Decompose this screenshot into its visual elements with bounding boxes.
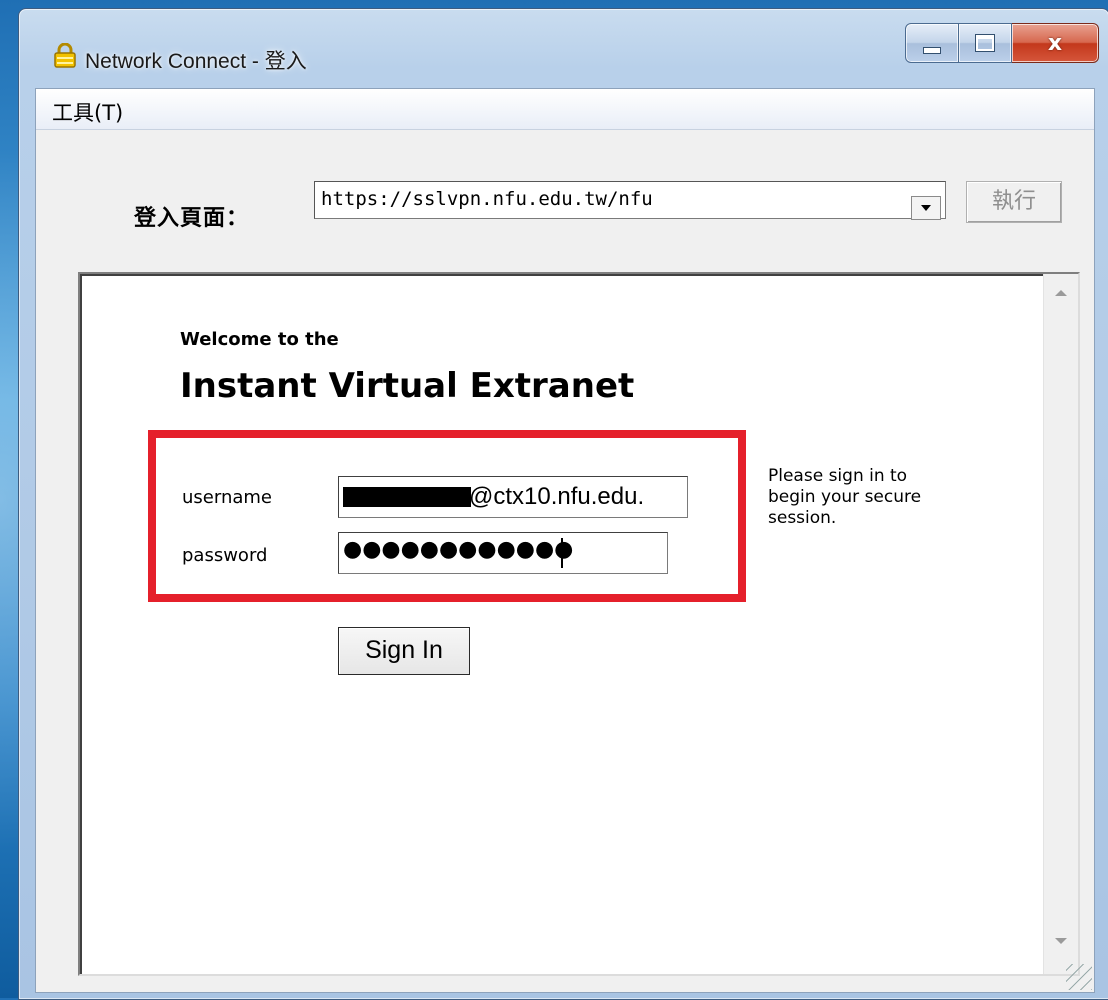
menu-bar: 工具(T) (36, 89, 1094, 130)
menu-item-tools[interactable]: 工具(T) (52, 97, 123, 127)
caption-buttons: x (905, 23, 1099, 63)
password-value: ●●●●●●●●●●●● (343, 537, 574, 562)
sign-in-button[interactable]: Sign In (338, 627, 470, 675)
embedded-browser-pane: Welcome to the Instant Virtual Extranet … (78, 272, 1080, 976)
resize-grip[interactable] (1066, 964, 1092, 990)
redacted-username-block (343, 487, 471, 507)
title-bar[interactable]: Network Connect - 登入 x (19, 9, 1108, 87)
username-field[interactable]: @ctx10.nfu.edu. (338, 476, 688, 518)
login-page-label: 登入頁面： (134, 206, 250, 231)
go-button[interactable]: 執行 (966, 181, 1062, 223)
login-page-url-value: https://sslvpn.nfu.edu.tw/nfu (321, 188, 653, 210)
url-dropdown-button[interactable] (911, 196, 941, 220)
minimize-button[interactable] (905, 23, 959, 63)
text-caret (561, 538, 563, 568)
sign-in-message: Please sign in to begin your secure sess… (768, 466, 922, 528)
login-page-url-combobox[interactable]: https://sslvpn.nfu.edu.tw/nfu (314, 181, 946, 220)
minimize-icon (923, 46, 941, 54)
welcome-text: Welcome to the (180, 329, 339, 350)
lock-icon (54, 43, 76, 68)
client-area: 工具(T) 登入頁面： https://sslvpn.nfu.edu.tw/nf… (35, 88, 1095, 993)
maximize-button[interactable] (959, 23, 1012, 63)
window-title: Network Connect - 登入 (85, 50, 307, 73)
username-label: username (182, 487, 272, 508)
password-label: password (182, 545, 268, 566)
password-field[interactable]: ●●●●●●●●●●●● (338, 532, 668, 574)
maximize-icon (975, 34, 995, 52)
username-value: @ctx10.nfu.edu. (469, 483, 645, 510)
close-button[interactable]: x (1012, 23, 1099, 63)
network-connect-window: Network Connect - 登入 x 工具(T) 登入頁面： https… (18, 8, 1108, 1000)
product-title: Instant Virtual Extranet (180, 366, 635, 406)
scroll-down-arrow-icon[interactable] (1055, 938, 1067, 944)
chevron-down-icon (921, 205, 931, 211)
scroll-up-arrow-icon[interactable] (1055, 290, 1067, 296)
vertical-scrollbar[interactable] (1043, 274, 1078, 974)
close-icon: x (1047, 30, 1063, 56)
